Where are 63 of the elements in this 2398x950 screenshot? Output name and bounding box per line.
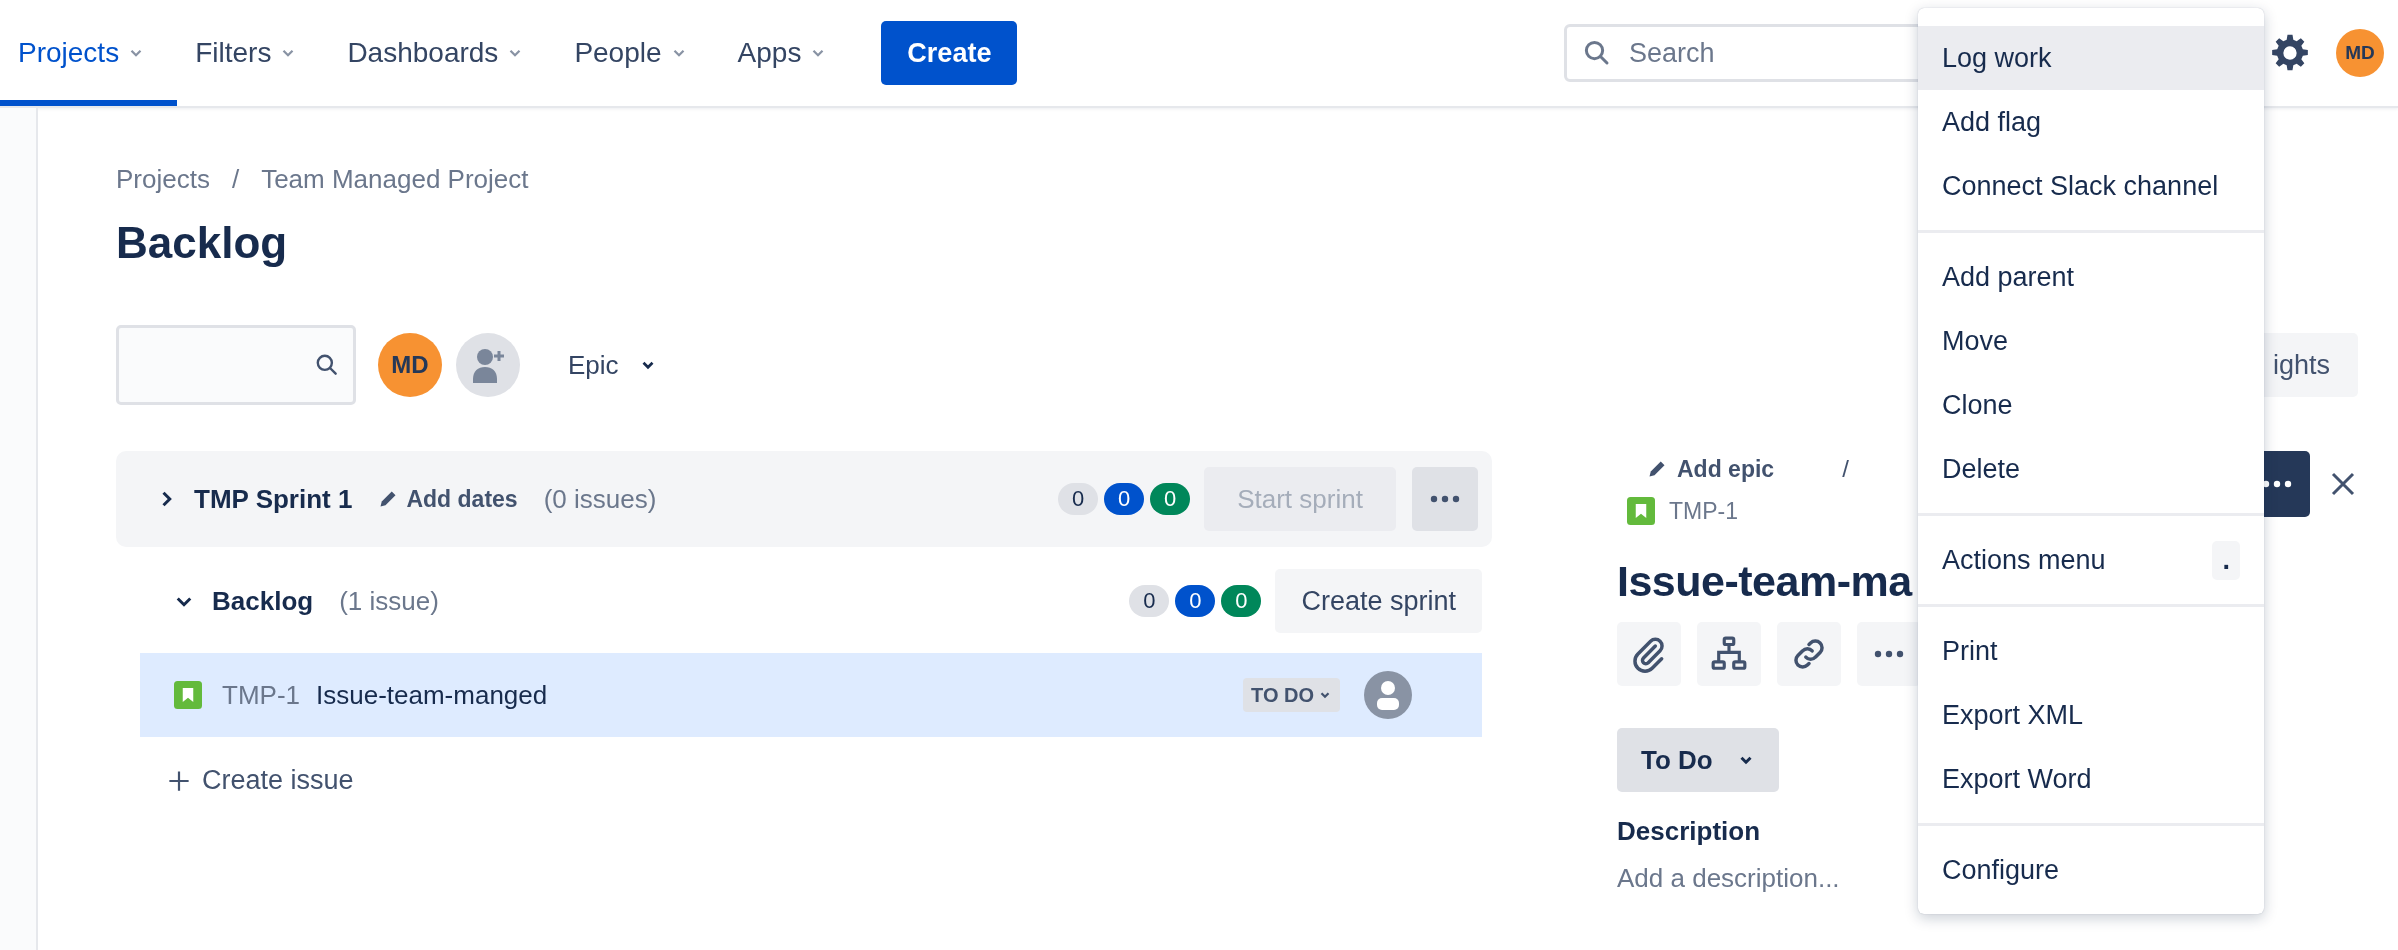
nav-tab[interactable]: People [556, 0, 720, 106]
search-icon [314, 352, 340, 378]
description-field[interactable]: Add a description... [1617, 863, 1840, 894]
user-avatar[interactable]: MD [378, 333, 442, 397]
count-badge: 0 [1129, 585, 1170, 617]
settings-icon[interactable] [2270, 33, 2310, 73]
plus-icon [168, 769, 190, 792]
attach-button[interactable] [1617, 622, 1681, 686]
status-dropdown[interactable]: To Do [1617, 728, 1779, 792]
hierarchy-icon [1710, 635, 1748, 673]
nav-tab[interactable]: Filters [177, 0, 330, 106]
count-badge: 0 [1150, 483, 1190, 515]
menu-item[interactable]: Delete [1918, 437, 2264, 501]
count-badge: 0 [1104, 483, 1144, 515]
breadcrumb-separator: / [1842, 455, 1849, 483]
issue-key: TMP-1 [222, 679, 300, 711]
story-icon [174, 681, 202, 709]
issue-key-link[interactable]: TMP-1 [1669, 497, 1738, 525]
nav-tab[interactable]: Apps [719, 0, 860, 106]
issue-summary: Issue-team-manged [316, 679, 548, 711]
assignee-avatar[interactable] [1364, 671, 1412, 719]
pencil-icon [1647, 459, 1667, 479]
menu-item[interactable]: Export XML [1918, 683, 2264, 747]
breadcrumb-link[interactable]: Team Managed Project [261, 164, 529, 195]
add-epic-link[interactable]: Add epic [1647, 455, 1775, 483]
page-title: Backlog [116, 217, 289, 269]
menu-item[interactable]: Connect Slack channel [1918, 154, 2264, 218]
breadcrumb-link[interactable]: Projects [116, 164, 210, 195]
menu-item[interactable]: Add flag [1918, 90, 2264, 154]
sprint-name: TMP Sprint 1 [194, 483, 353, 515]
backlog-name: Backlog [212, 585, 314, 617]
status-dropdown[interactable]: TO DO [1243, 678, 1340, 712]
menu-item[interactable]: Add parent [1918, 245, 2264, 309]
menu-item[interactable]: Export Word [1918, 747, 2264, 811]
epic-filter[interactable]: Epic [552, 339, 673, 391]
story-icon [1627, 497, 1655, 525]
breadcrumb-separator: / [231, 164, 240, 195]
user-avatar[interactable]: MD [2336, 29, 2384, 77]
description-label: Description [1617, 816, 1762, 847]
menu-item[interactable]: Actions menu . [1918, 528, 2264, 592]
issue-count: (1 issue) [339, 585, 439, 617]
count-badge: 0 [1221, 585, 1262, 617]
create-button[interactable]: Create [881, 21, 1018, 85]
add-person-icon[interactable] [456, 333, 520, 397]
menu-item[interactable]: Configure [1918, 838, 2264, 902]
menu-item[interactable]: Log work [1918, 26, 2264, 90]
search-field[interactable] [116, 325, 356, 405]
count-badge: 0 [1058, 483, 1098, 515]
issue-count: (0 issues) [543, 483, 657, 515]
more-icon [1874, 650, 1904, 658]
menu-item[interactable]: Print [1918, 619, 2264, 683]
add-dates-link[interactable]: Add dates [378, 485, 518, 513]
more-button[interactable] [1857, 622, 1921, 686]
link-button[interactable] [1777, 622, 1841, 686]
create-sprint-button[interactable]: Create sprint [1275, 569, 1482, 633]
more-icon [1430, 495, 1460, 503]
child-issue-button[interactable] [1697, 622, 1761, 686]
create-issue-link[interactable]: Create issue [168, 765, 354, 796]
keyboard-shortcut: . [2212, 540, 2240, 580]
issue-row[interactable]: TMP-1 Issue-team-manged TO DO [140, 653, 1482, 737]
nav-tab[interactable]: Dashboards [329, 0, 557, 106]
count-badge: 0 [1175, 585, 1216, 617]
issue-title: Issue-team-ma [1617, 557, 1912, 606]
